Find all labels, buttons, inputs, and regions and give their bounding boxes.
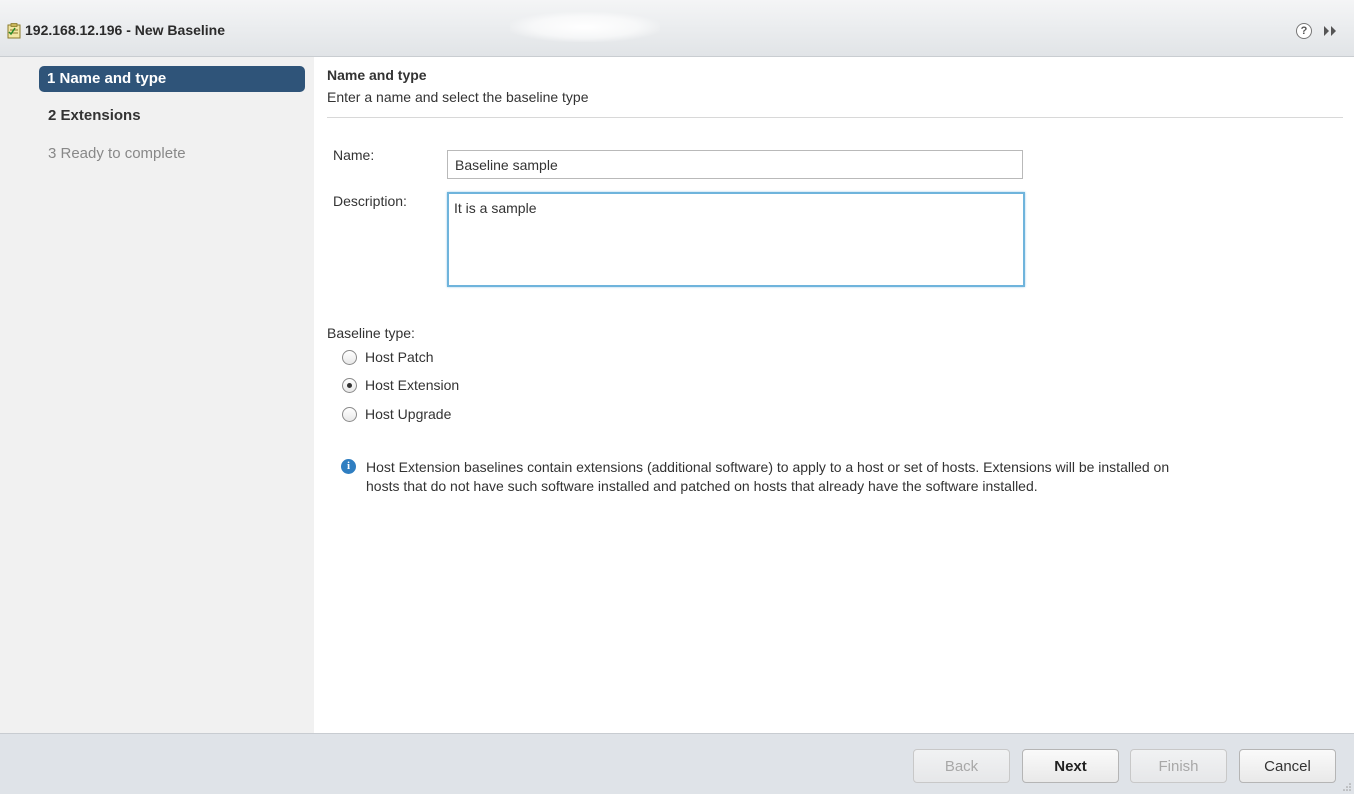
radio-button[interactable] xyxy=(342,407,357,422)
step-ready-to-complete: 3 Ready to complete xyxy=(48,145,186,162)
page-title: Name and type xyxy=(327,67,427,83)
step-name-and-type[interactable]: 1 Name and type xyxy=(39,66,305,92)
radio-label: Host Patch xyxy=(365,349,434,365)
back-button[interactable]: Back xyxy=(913,749,1010,783)
step-extensions[interactable]: 2 Extensions xyxy=(40,103,306,129)
description-label: Description: xyxy=(333,193,407,209)
expand-icon[interactable] xyxy=(1320,22,1342,40)
wizard-content: Name and type Enter a name and select th… xyxy=(314,57,1354,733)
wizard-footer: Back Next Finish Cancel xyxy=(0,733,1354,794)
radio-label: Host Extension xyxy=(365,377,460,393)
baseline-type-label: Baseline type: xyxy=(327,325,415,341)
cancel-button[interactable]: Cancel xyxy=(1239,749,1336,783)
radio-button[interactable] xyxy=(342,350,357,365)
wizard-steps-sidebar: 1 Name and type 2 Extensions 3 Ready to … xyxy=(0,57,314,733)
help-icon[interactable]: ? xyxy=(1296,23,1312,39)
title-bar: 192.168.12.196 - New Baseline ? xyxy=(0,0,1354,57)
baseline-icon xyxy=(7,23,21,39)
window-title: 192.168.12.196 - New Baseline xyxy=(25,22,226,38)
next-button[interactable]: Next xyxy=(1022,749,1119,783)
name-field[interactable] xyxy=(447,150,1023,179)
finish-button[interactable]: Finish xyxy=(1130,749,1227,783)
info-message: Host Extension baselines contain extensi… xyxy=(366,459,1170,494)
title-bar-smudge xyxy=(510,12,660,42)
radio-label: Host Upgrade xyxy=(365,406,452,422)
page-subtitle: Enter a name and select the baseline typ… xyxy=(327,89,589,105)
description-field[interactable]: It is a sample xyxy=(447,192,1025,287)
name-label: Name: xyxy=(333,147,375,163)
resize-grip-icon[interactable] xyxy=(1342,782,1352,792)
header-divider xyxy=(327,117,1343,118)
info-icon: i xyxy=(341,459,356,474)
radio-button-selected[interactable] xyxy=(342,378,357,393)
